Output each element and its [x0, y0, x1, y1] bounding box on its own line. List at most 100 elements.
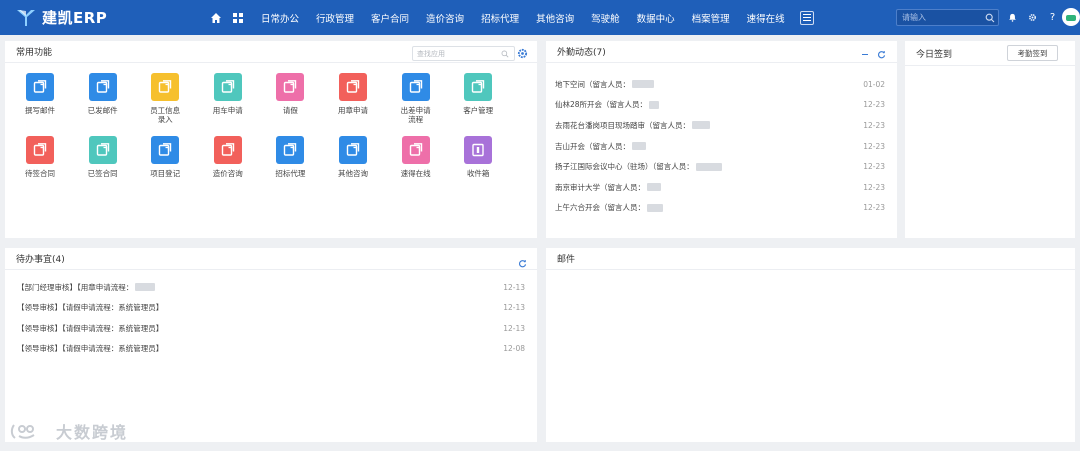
watermark-logo-icon	[10, 424, 35, 439]
document-copy-icon	[339, 73, 367, 101]
function-item[interactable]: 客户管理	[447, 73, 509, 115]
top-search-box	[896, 9, 999, 26]
function-item[interactable]: 其他咨询	[322, 136, 384, 178]
nav-item-cost-consulting[interactable]: 造价咨询	[426, 11, 464, 25]
function-label: 已签合同	[87, 169, 118, 178]
function-label: 招标代理	[275, 169, 306, 178]
common-functions-panel: 常用功能 撰写邮件 已发邮件 员工信息录入 用车申请 请假 用章申请 出差申请流程 客户管理待…	[5, 41, 537, 238]
attendance-row[interactable]: 地下空间（留言人员： 01-02	[555, 74, 885, 95]
nav-item-archives[interactable]: 档案管理	[692, 11, 730, 25]
panel-title: 外勤动态(7)	[557, 48, 606, 58]
todo-row[interactable]: 【领导审核】【请假申请流程：系统管理员】 12-13	[17, 318, 525, 339]
search-icon[interactable]	[985, 13, 995, 23]
home-icon[interactable]	[207, 9, 225, 27]
document-copy-icon	[88, 136, 117, 164]
nav-item-other-consulting[interactable]: 其他咨询	[536, 11, 574, 25]
attendance-row[interactable]: 去雨花台潘岗项目现场踏审（留言人员： 12-23	[555, 115, 885, 136]
top-search-input[interactable]	[897, 13, 985, 22]
panel-title: 常用功能	[16, 48, 53, 58]
attendance-text: 去雨花台潘岗项目现场踏审（留言人员：	[555, 120, 690, 130]
attendance-row[interactable]: 扬子江国际会议中心（驻场）（留言人员： 12-23	[555, 156, 885, 177]
attendance-text: 上午六合开会（留言人员：	[555, 203, 645, 213]
todo-list: 【部门经理审核】【用章申请流程： 12-13 【领导审核】【请假申请流程：系统管理员…	[17, 277, 525, 359]
nav-item-cockpit[interactable]: 驾驶舱	[591, 11, 620, 25]
redacted-name	[692, 121, 710, 130]
todo-row[interactable]: 【领导审核】【请假申请流程：系统管理员】 12-13	[17, 298, 525, 319]
nav-item-admin[interactable]: 行政管理	[316, 11, 354, 25]
main-nav: 日常办公 行政管理 客户合同 造价咨询 招标代理 其他咨询 驾驶舱 数据中心 档…	[261, 10, 814, 25]
attendance-row[interactable]: 吉山开会（留言人员： 12-23	[555, 136, 885, 157]
function-item[interactable]: 撰写邮件	[9, 73, 71, 115]
function-item[interactable]: 速得在线	[385, 136, 447, 178]
logo-icon	[16, 9, 36, 27]
nav-item-sude-online[interactable]: 速得在线	[747, 11, 785, 25]
function-item[interactable]: 项目登记	[134, 136, 196, 178]
nav-item-daily-office[interactable]: 日常办公	[261, 11, 299, 25]
document-copy-icon	[276, 136, 305, 164]
top-navigation-bar: 建凯ERP 日常办公 行政管理 客户合同 造价咨询 招标代理 其他咨询 驾驶舱 …	[0, 0, 1080, 35]
attendance-row[interactable]: 仙林28所开会（留言人员： 12-23	[555, 95, 885, 116]
attendance-row[interactable]: 上午六合开会（留言人员： 12-23	[555, 198, 885, 219]
app-search-input[interactable]	[413, 49, 501, 58]
function-item[interactable]: 员工信息录入	[134, 73, 196, 124]
bell-icon[interactable]	[1007, 10, 1018, 24]
document-copy-icon	[401, 73, 430, 101]
attendance-row[interactable]: 南京审计大学（留言人员： 12-23	[555, 177, 885, 198]
function-item[interactable]: 招标代理	[259, 136, 321, 178]
panel-title: 邮件	[557, 255, 576, 265]
search-icon[interactable]	[501, 50, 509, 58]
todo-text: 【领导审核】【请假申请流程：系统管理员】	[17, 303, 164, 313]
function-item[interactable]: 出差申请流程	[385, 73, 447, 124]
function-item[interactable]: 请假	[259, 73, 321, 115]
attendance-date: 12-23	[863, 100, 885, 110]
function-label: 速得在线	[400, 169, 431, 178]
function-label: 用车申请	[212, 106, 243, 115]
nav-item-bidding-agency[interactable]: 招标代理	[481, 11, 519, 25]
attendance-date: 01-02	[863, 79, 885, 89]
function-label: 撰写邮件	[25, 106, 55, 115]
redacted-name	[135, 283, 156, 292]
redacted-name	[649, 100, 660, 109]
function-item[interactable]: 收件箱	[447, 136, 509, 178]
field-attendance-panel: 外勤动态(7) 地下空间（留言人员： 01-02 仙林28所开会（留言人员： 12-2…	[546, 41, 897, 238]
todo-date: 12-13	[503, 303, 525, 313]
panel-title: 今日签到	[916, 49, 953, 60]
attendance-text: 南京审计大学（留言人员：	[555, 182, 645, 192]
function-item[interactable]: 用车申请	[197, 73, 259, 115]
app-title: 建凯ERP	[42, 9, 108, 27]
attendance-signin-button[interactable]: 考勤签到	[1007, 45, 1058, 61]
function-label: 员工信息录入	[150, 106, 181, 124]
refresh-icon[interactable]	[877, 50, 886, 59]
more-menu-icon[interactable]	[799, 10, 814, 25]
gear-icon[interactable]	[1027, 10, 1038, 24]
redacted-name	[647, 203, 663, 212]
todo-row[interactable]: 【领导审核】【请假申请流程：系统管理员】 12-08	[17, 339, 525, 360]
settings-gear-icon[interactable]	[517, 48, 528, 59]
function-item[interactable]: 造价咨询	[197, 136, 259, 178]
todo-panel: 待办事宜(4) 【部门经理审核】【用章申请流程： 12-13 【领导审核】【请假申请…	[5, 248, 537, 442]
minimize-icon[interactable]	[862, 54, 868, 55]
todo-row[interactable]: 【部门经理审核】【用章申请流程： 12-13	[17, 277, 525, 298]
function-item[interactable]: 已发邮件	[72, 73, 134, 115]
function-label: 已发邮件	[87, 106, 118, 115]
function-item[interactable]: 已签合同	[72, 136, 134, 178]
function-label: 项目登记	[150, 169, 181, 178]
function-item[interactable]: 用章申请	[322, 73, 384, 115]
function-label: 收件箱	[466, 169, 490, 178]
user-avatar[interactable]	[1062, 8, 1080, 26]
document-copy-icon	[464, 73, 493, 101]
nav-item-data-center[interactable]: 数据中心	[637, 11, 675, 25]
app-logo[interactable]: 建凯ERP	[16, 7, 186, 28]
refresh-icon[interactable]	[518, 259, 527, 268]
function-item[interactable]: 待签合同	[9, 136, 71, 178]
apps-grid-icon[interactable]	[229, 9, 247, 27]
help-icon[interactable]: ?	[1047, 10, 1058, 24]
attendance-list: 地下空间（留言人员： 01-02 仙林28所开会（留言人员： 12-23 去雨花台潘岗项…	[555, 74, 885, 218]
function-label: 出差申请流程	[400, 106, 431, 124]
nav-item-customer-contract[interactable]: 客户合同	[371, 11, 409, 25]
attendance-text: 地下空间（留言人员：	[555, 79, 630, 89]
inbox-icon	[464, 136, 493, 164]
document-copy-icon	[26, 136, 54, 164]
document-copy-icon	[276, 73, 305, 101]
document-copy-icon	[151, 136, 180, 164]
